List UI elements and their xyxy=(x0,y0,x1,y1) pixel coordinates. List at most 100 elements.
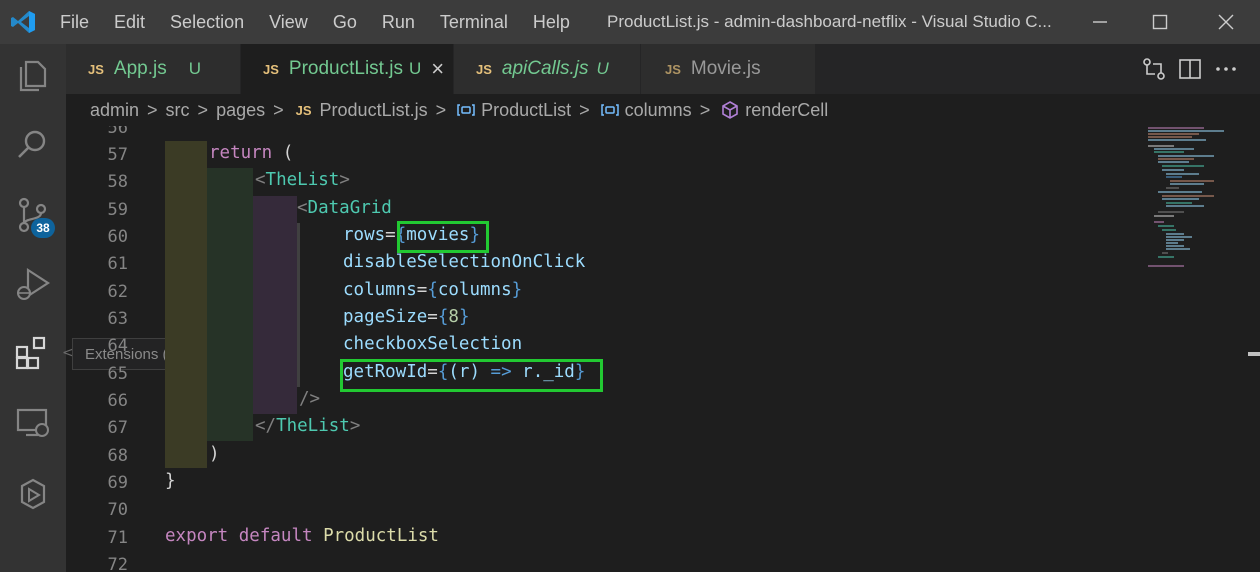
tag-token: DataGrid xyxy=(307,198,392,218)
breadcrumb-item[interactable]: ProductList.js xyxy=(320,100,428,121)
menu-view[interactable]: View xyxy=(269,12,308,33)
punct-token: ( xyxy=(272,143,294,163)
variable-icon xyxy=(600,104,619,116)
title-bar: File Edit Selection View Go Run Terminal… xyxy=(0,0,1260,44)
breadcrumb-item[interactable]: admin xyxy=(90,100,139,121)
attr-token: columns xyxy=(343,280,417,300)
code-line: return ( xyxy=(209,143,293,163)
number-token: 8 xyxy=(448,307,459,327)
source-control-badge: 38 xyxy=(31,218,55,238)
explorer-icon[interactable] xyxy=(14,56,52,94)
punct-token: { xyxy=(437,307,449,327)
menu-go[interactable]: Go xyxy=(333,12,357,33)
tab-close-icon[interactable]: × xyxy=(431,56,444,82)
code-line: </TheList> xyxy=(255,416,360,436)
attr-token: disableSelectionOnClick xyxy=(343,252,586,272)
variable-icon xyxy=(457,104,475,116)
menu-bar: File Edit Selection View Go Run Terminal… xyxy=(60,0,595,44)
menu-terminal[interactable]: Terminal xyxy=(440,12,508,33)
highlight-box-rows xyxy=(397,221,489,253)
line-number: 69 xyxy=(107,473,128,493)
punct-token: = xyxy=(416,280,428,300)
extensions-icon[interactable] xyxy=(14,334,52,372)
code-line: checkboxSelection xyxy=(343,334,522,354)
indent-guide xyxy=(207,168,253,441)
breadcrumb-item[interactable]: pages xyxy=(216,100,265,121)
chevron-right-icon: > xyxy=(579,99,590,120)
breadcrumb: admin > src > pages > JS ProductList.js … xyxy=(66,94,1260,126)
tab-bar: JS App.js U JS ProductList.js U × JS api… xyxy=(66,44,1260,94)
highlight-box-getrowid xyxy=(340,359,603,392)
breadcrumb-item[interactable]: columns xyxy=(625,100,692,121)
punct-token: < xyxy=(255,170,266,190)
code-line: columns={columns} xyxy=(343,280,522,300)
code-line: ) xyxy=(209,444,220,464)
minimap[interactable] xyxy=(1144,126,1244,276)
line-number: 56 xyxy=(107,126,128,138)
breadcrumb-item[interactable]: renderCell xyxy=(745,100,828,121)
punct-token: = xyxy=(427,307,438,327)
more-actions-icon[interactable] xyxy=(1213,56,1239,82)
attr-token: pageSize xyxy=(343,307,428,327)
menu-file[interactable]: File xyxy=(60,12,89,33)
line-number: 72 xyxy=(107,555,128,572)
attr-token: rows xyxy=(343,225,386,245)
code-line: <DataGrid xyxy=(297,198,392,218)
breadcrumb-item[interactable]: src xyxy=(166,100,190,121)
punct-token: < xyxy=(297,198,308,218)
line-number: 65 xyxy=(107,364,128,384)
remote-explorer-icon[interactable] xyxy=(14,404,52,442)
activity-bar: 38 xyxy=(0,44,66,572)
close-icon xyxy=(1218,14,1234,30)
menu-run[interactable]: Run xyxy=(382,12,415,33)
tab-app-js[interactable]: JS App.js U xyxy=(66,44,240,94)
tab-status: U xyxy=(596,59,609,78)
scrollbar-marker[interactable] xyxy=(1248,352,1260,356)
line-number: 62 xyxy=(107,282,128,302)
tab-productlist-js[interactable]: JS ProductList.js U × xyxy=(241,44,453,94)
identifier-token: columns xyxy=(437,280,512,300)
punct-token: = xyxy=(385,225,396,245)
code-line: } xyxy=(165,471,176,491)
code-line: /> xyxy=(299,389,320,409)
search-icon[interactable] xyxy=(14,126,52,164)
punct-token: { xyxy=(427,280,438,300)
tab-status: U xyxy=(188,59,201,78)
code-line: export default ProductList xyxy=(165,526,439,546)
js-file-icon: JS xyxy=(263,61,279,77)
tag-token: TheList xyxy=(276,416,350,436)
line-number: 61 xyxy=(107,254,128,274)
maximize-button[interactable] xyxy=(1130,0,1190,44)
line-number: 60 xyxy=(107,227,128,247)
tab-label: ProductList.js xyxy=(288,58,403,79)
line-number: 71 xyxy=(107,528,128,548)
compare-changes-icon[interactable] xyxy=(1141,56,1167,82)
tab-apicalls-js[interactable]: JS apiCalls.js U xyxy=(454,44,640,94)
method-icon xyxy=(722,101,739,119)
tab-label: App.js xyxy=(113,58,167,79)
js-file-icon: JS xyxy=(476,61,492,77)
code-editor[interactable]: 56 57 58 59 60 61 62 63 64 65 66 67 68 6… xyxy=(66,126,1260,572)
tab-label: apiCalls.js xyxy=(501,58,589,79)
testing-icon[interactable] xyxy=(14,476,52,514)
line-number: 67 xyxy=(107,418,128,438)
line-number: 64 xyxy=(107,336,128,356)
menu-selection[interactable]: Selection xyxy=(170,12,244,33)
tab-movie-js[interactable]: JS Movie.js xyxy=(641,44,815,94)
chevron-right-icon: > xyxy=(147,99,158,120)
punct-token: } xyxy=(511,280,523,300)
menu-help[interactable]: Help xyxy=(533,12,570,33)
minimize-button[interactable] xyxy=(1070,0,1130,44)
tag-token: TheList xyxy=(265,170,340,190)
js-file-icon: JS xyxy=(295,102,312,118)
indent-guide xyxy=(165,141,207,468)
menu-edit[interactable]: Edit xyxy=(114,12,145,33)
chevron-right-icon: > xyxy=(273,99,284,120)
close-window-button[interactable] xyxy=(1196,0,1256,44)
indent-guide xyxy=(297,223,300,387)
run-debug-icon[interactable] xyxy=(14,266,52,304)
split-editor-icon[interactable] xyxy=(1177,56,1203,82)
window-title: ProductList.js - admin-dashboard-netflix… xyxy=(607,12,1052,31)
breadcrumb-item[interactable]: ProductList xyxy=(481,100,571,121)
line-number: 58 xyxy=(107,172,128,192)
